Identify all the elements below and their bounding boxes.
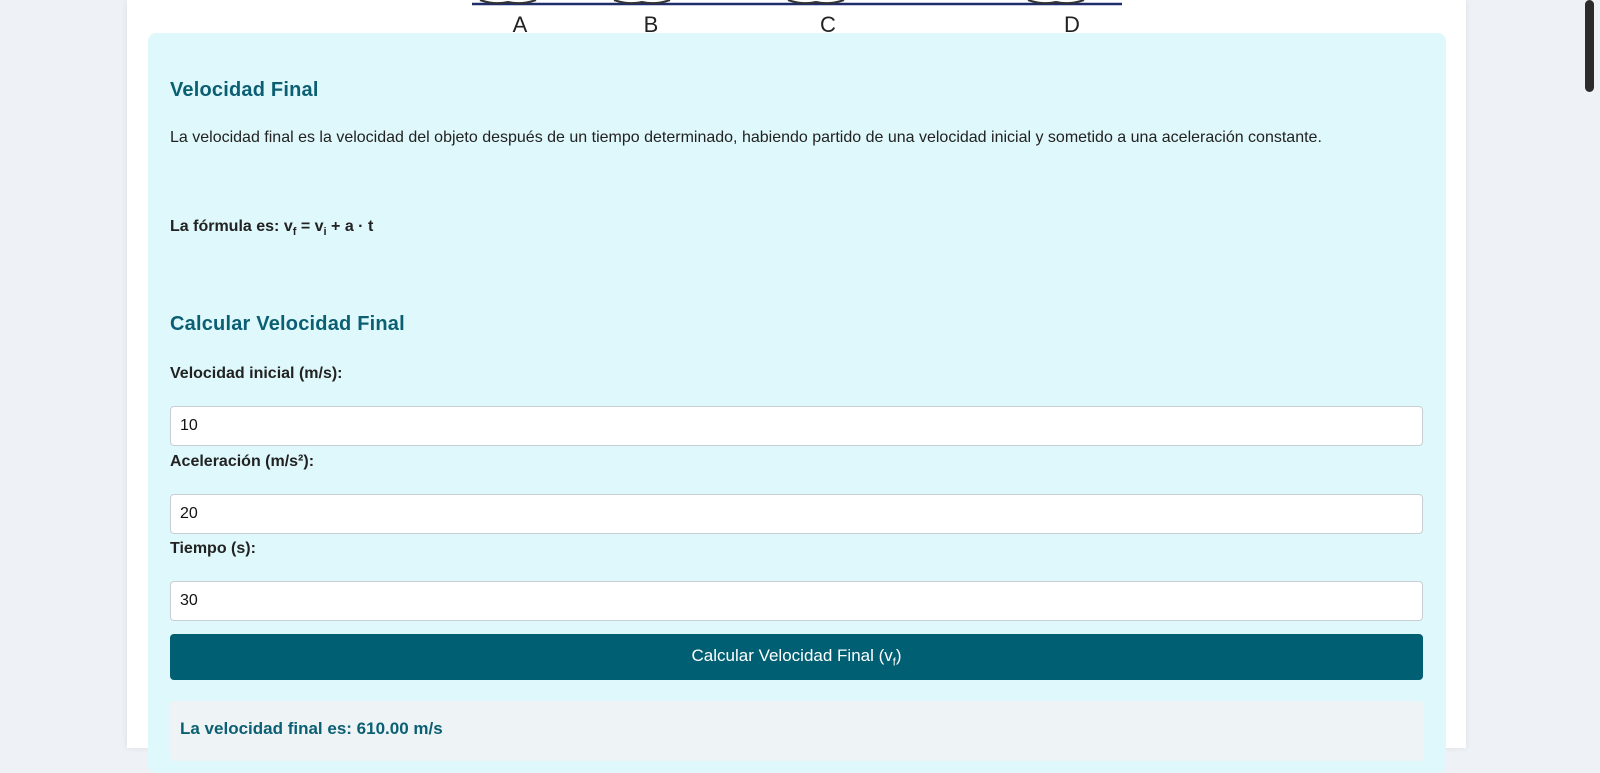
section-title: Velocidad Final [170, 79, 319, 101]
result-box: La velocidad final es: 610.00 m/s [170, 701, 1423, 761]
point-a-label: A [513, 12, 528, 34]
point-d-label: D [1064, 12, 1080, 34]
motion-figure: A B C D [472, 0, 1122, 34]
car-a-wheels [479, 0, 537, 5]
acceleration-label: Aceleración (m/s²): [170, 453, 315, 470]
calculate-final-velocity-button[interactable]: Calcular Velocidad Final (vf) [170, 634, 1423, 680]
button-close: ) [895, 645, 902, 665]
calculator-title: Calcular Velocidad Final [170, 313, 405, 335]
initial-velocity-input[interactable] [170, 406, 1423, 446]
formula: La fórmula es: vf = vi + a · t [170, 218, 373, 238]
acceleration-input[interactable] [170, 494, 1423, 534]
formula-eq: = v [296, 218, 324, 235]
result-text: La velocidad final es: 610.00 m/s [180, 719, 443, 738]
initial-velocity-label: Velocidad inicial (m/s): [170, 365, 343, 382]
button-label: Calcular Velocidad Final (v [691, 645, 893, 665]
content-panel: Velocidad Final La velocidad final es la… [148, 33, 1446, 773]
time-label: Tiempo (s): [170, 540, 256, 557]
car-c-wheels [787, 0, 845, 5]
point-b-label: B [644, 12, 659, 34]
scrollbar-thumb[interactable] [1585, 0, 1594, 92]
formula-rest: + a · t [326, 218, 374, 235]
scrollbar[interactable] [1578, 0, 1600, 748]
time-input[interactable] [170, 581, 1423, 621]
point-c-label: C [820, 12, 836, 34]
section-description: La velocidad final es la velocidad del o… [170, 129, 1322, 146]
car-b-wheels [613, 0, 671, 5]
formula-prefix: La fórmula es: [170, 218, 284, 235]
car-d-wheels [1027, 0, 1085, 5]
formula-vf: v [283, 218, 293, 235]
